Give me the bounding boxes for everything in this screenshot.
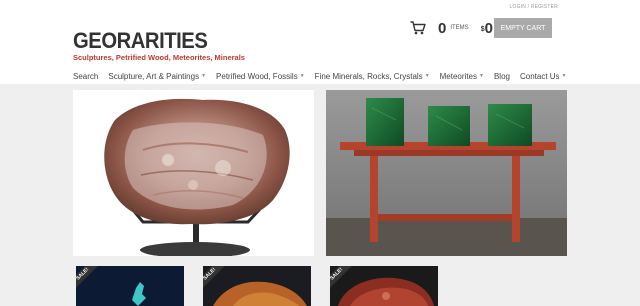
chevron-down-icon: ▼ <box>424 73 430 79</box>
nav-item-fine-minerals[interactable]: Fine Minerals, Rocks, Crystals ▼ <box>315 72 430 81</box>
nav-item-label: Search <box>73 71 99 81</box>
nav-item-label: Petrified Wood, Fossils <box>216 71 298 81</box>
nav-item-petrified-wood-fossils[interactable]: Petrified Wood, Fossils ▼ <box>216 72 305 81</box>
main-nav: Search Sculpture, Art & Paintings ▼ Petr… <box>73 69 577 83</box>
cart-summary[interactable]: 0 ITEMS $ 0 <box>410 16 499 40</box>
product-thumbnail[interactable]: SALE! <box>76 266 184 306</box>
jade-blocks-bench-image <box>326 90 567 256</box>
nav-item-blog[interactable]: Blog <box>494 72 510 81</box>
cart-items-label: ITEMS <box>450 25 469 31</box>
site-tagline: Sculptures, Petrified Wood, Meteorites, … <box>73 53 245 62</box>
chevron-down-icon: ▼ <box>479 73 484 79</box>
site-header: LOGIN / REGISTER GEORARITIES Sculptures,… <box>0 0 640 84</box>
hero-image-petrified-wood[interactable] <box>73 90 314 256</box>
cart-item-count: 0 <box>438 19 447 37</box>
shopping-cart-icon[interactable] <box>410 21 426 35</box>
nav-item-contact-us[interactable]: Contact Us ▼ <box>520 72 567 81</box>
blue-mineral-image <box>76 266 184 306</box>
amber-specimen-image <box>203 266 311 306</box>
nav-item-label: Fine Minerals, Rocks, Crystals <box>314 71 423 81</box>
nav-item-label: Meteorites <box>439 71 477 81</box>
nav-item-search[interactable]: Search <box>73 72 98 81</box>
nav-item-label: Contact Us <box>519 71 560 81</box>
hero-image-jade-blocks[interactable] <box>326 90 567 256</box>
nav-item-meteorites[interactable]: Meteorites ▼ <box>440 72 484 81</box>
nav-item-sculpture-art-paintings[interactable]: Sculpture, Art & Paintings ▼ <box>108 72 206 81</box>
cart-total: 0 <box>484 19 493 37</box>
chevron-down-icon: ▼ <box>201 73 207 79</box>
product-thumbnail[interactable]: SALE! <box>203 266 311 306</box>
chevron-down-icon: ▼ <box>299 73 305 79</box>
chevron-down-icon: ▼ <box>561 73 567 79</box>
product-thumbnail[interactable]: SALE! <box>330 266 438 306</box>
login-register-link[interactable]: LOGIN / REGISTER <box>510 4 559 10</box>
nav-item-label: Blog <box>493 71 510 81</box>
site-logo[interactable]: GEORARITIES <box>73 28 208 54</box>
nav-item-label: Sculpture, Art & Paintings <box>108 71 200 81</box>
red-petrified-wood-image <box>330 266 438 306</box>
empty-cart-button[interactable]: EMPTY CART <box>494 18 552 38</box>
petrified-wood-slab-image <box>73 90 314 256</box>
